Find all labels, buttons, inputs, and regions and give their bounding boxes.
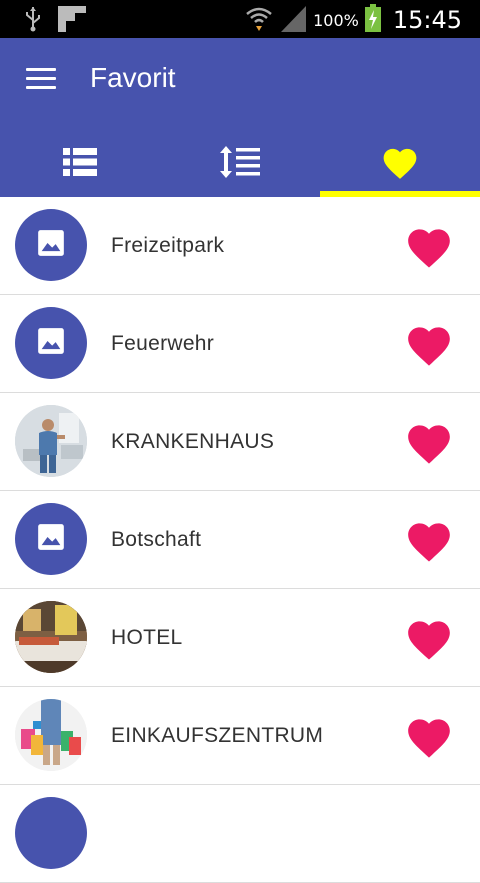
list-item[interactable]: EINKAUFSZENTRUM	[0, 687, 480, 785]
list-item-label: Feuerwehr	[111, 332, 215, 355]
thumbnail-placeholder	[15, 307, 87, 379]
thumbnail-placeholder	[15, 209, 87, 281]
wifi-icon	[245, 4, 273, 36]
notification-icon	[58, 6, 86, 36]
hospital-photo	[15, 405, 87, 477]
list-item[interactable]: KRANKENHAUS	[0, 393, 480, 491]
favorite-heart-icon[interactable]	[404, 419, 454, 465]
thumbnail-placeholder	[15, 797, 87, 869]
placeholder-image-icon	[37, 229, 65, 261]
list-item-label: Botschaft	[111, 528, 202, 551]
list-item[interactable]: Freizeitpark	[0, 197, 480, 295]
tab-sort[interactable]	[160, 130, 320, 197]
placeholder-image-icon	[37, 327, 65, 359]
favorite-heart-icon[interactable]	[404, 615, 454, 661]
placeholder-image-icon	[37, 523, 65, 555]
app-bar: Favorit	[0, 38, 480, 197]
favorite-heart-icon	[380, 144, 420, 184]
list-item[interactable]: HOTEL	[0, 589, 480, 687]
list-item[interactable]: Botschaft	[0, 491, 480, 589]
sort-list-icon	[220, 145, 260, 182]
battery-charging-icon	[364, 4, 381, 36]
favorites-list: Freizeitpark Feuerwehr KRANKENHAUS Botsc…	[0, 197, 480, 883]
tab-favorites[interactable]	[320, 130, 480, 197]
favorite-heart-icon[interactable]	[404, 713, 454, 759]
list-item-label: HOTEL	[111, 626, 183, 649]
list-item-label: Freizeitpark	[111, 234, 225, 257]
clock: 15:45	[392, 6, 462, 34]
favorite-heart-icon[interactable]	[404, 321, 454, 367]
usb-icon	[24, 6, 42, 36]
battery-percent: 100%	[313, 10, 359, 30]
hamburger-menu-icon[interactable]	[26, 68, 58, 92]
list-item-label: EINKAUFSZENTRUM	[111, 724, 324, 747]
thumbnail-placeholder	[15, 503, 87, 575]
status-bar: 100% 15:45	[0, 0, 480, 38]
list-view-icon	[63, 147, 97, 180]
tab-list[interactable]	[0, 130, 160, 197]
list-item-label: KRANKENHAUS	[111, 430, 275, 453]
shopping-bags-photo	[15, 699, 87, 771]
favorite-heart-icon[interactable]	[404, 223, 454, 269]
favorite-heart-icon[interactable]	[404, 517, 454, 563]
signal-icon	[279, 4, 307, 36]
tab-bar	[0, 130, 480, 197]
hotel-room-photo	[15, 601, 87, 673]
page-title: Favorit	[90, 62, 176, 93]
list-item[interactable]: Feuerwehr	[0, 295, 480, 393]
